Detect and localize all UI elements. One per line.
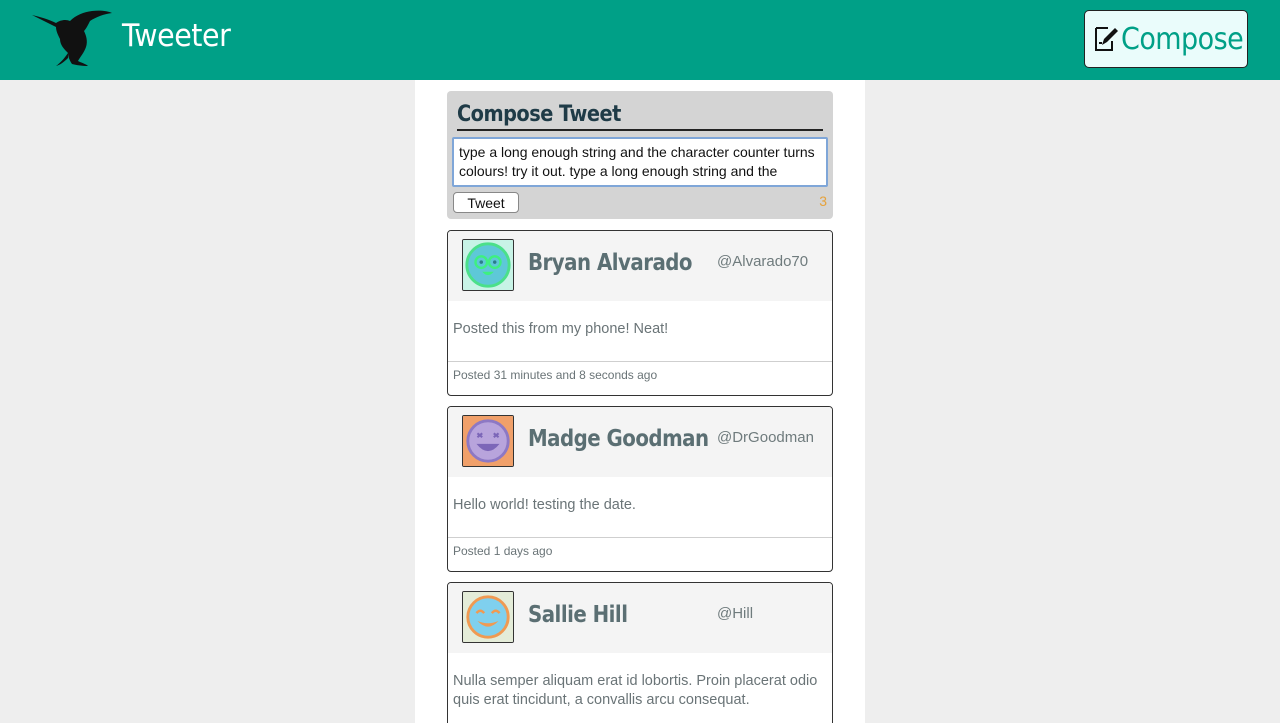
- tweet-body: Posted this from my phone! Neat!: [453, 321, 669, 337]
- tweet-header: Bryan Alvarado @Alvarado70: [448, 231, 832, 301]
- tweet-body: Hello world! testing the date.: [453, 497, 636, 513]
- brand-title[interactable]: Tweeter: [122, 18, 231, 54]
- tweet-card: Madge Goodman @DrGoodman Hello world! te…: [447, 406, 833, 572]
- hummingbird-logo-icon: [32, 10, 112, 66]
- tweet-card: Bryan Alvarado @Alvarado70 Posted this f…: [447, 230, 833, 396]
- tweet-header: Sallie Hill @Hill: [448, 583, 832, 653]
- tweet-header: Madge Goodman @DrGoodman: [448, 407, 832, 477]
- main-column: Compose Tweet type a long enough string …: [415, 80, 865, 723]
- tweet-textarea[interactable]: type a long enough string and the charac…: [452, 137, 828, 187]
- compose-edit-icon: [1095, 27, 1118, 51]
- tweet-divider: [448, 361, 832, 362]
- tweet-author-handle: @Alvarado70: [717, 253, 809, 270]
- glasses-face-icon: [463, 240, 513, 290]
- tweet-timestamp: Posted 1 days ago: [453, 544, 553, 558]
- tweet-timestamp: Posted 31 minutes and 8 seconds ago: [453, 368, 658, 382]
- compose-tweet-panel: Compose Tweet type a long enough string …: [447, 91, 833, 219]
- compose-button-label: Compose: [1121, 21, 1244, 57]
- character-counter: 3: [819, 193, 827, 209]
- avatar: [462, 415, 514, 467]
- tweet-author-name: Madge Goodman: [528, 426, 709, 452]
- avatar: [462, 591, 514, 643]
- avatar: [462, 239, 514, 291]
- compose-button[interactable]: Compose: [1084, 10, 1248, 68]
- tweet-divider: [448, 537, 832, 538]
- compose-tweet-title: Compose Tweet: [457, 101, 823, 131]
- tweet-author-name: Bryan Alvarado: [528, 250, 693, 276]
- tweet-body: Nulla semper aliquam erat id lobortis. P…: [453, 673, 818, 708]
- tweet-card: Sallie Hill @Hill Nulla semper aliquam e…: [447, 582, 833, 723]
- tweet-author-handle: @DrGoodman: [717, 429, 814, 446]
- tweet-author-name: Sallie Hill: [528, 602, 628, 628]
- winking-face-icon: [463, 592, 513, 642]
- tweet-button[interactable]: Tweet: [453, 192, 519, 213]
- top-navbar: Tweeter Compose: [0, 0, 1280, 80]
- laughing-face-icon: [463, 416, 513, 466]
- tweet-author-handle: @Hill: [717, 605, 754, 622]
